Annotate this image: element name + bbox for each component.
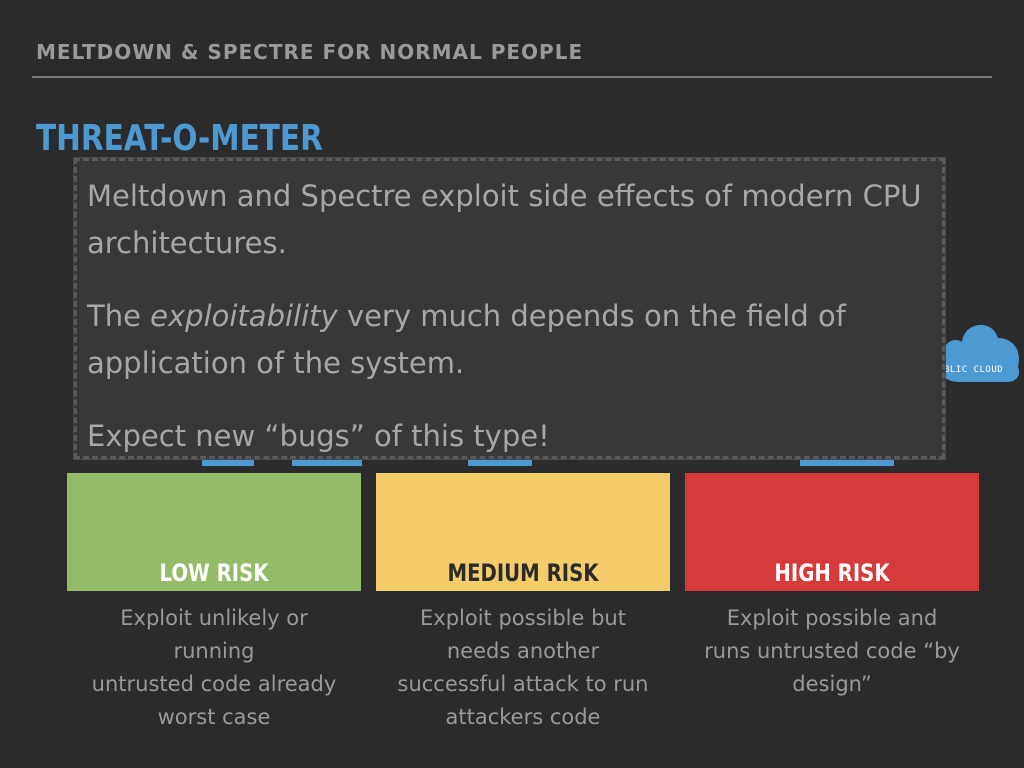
description-line: running xyxy=(173,639,255,663)
description-line: Exploit possible but xyxy=(420,606,626,630)
low-risk-description: Exploit unlikely or running untrusted co… xyxy=(67,602,361,734)
presentation-title: MELTDOWN & SPECTRE FOR NORMAL PEOPLE xyxy=(36,40,584,64)
high-risk-box: HIGH RISK xyxy=(685,473,979,591)
description-line: design” xyxy=(792,672,872,696)
description-line: Exploit unlikely or xyxy=(120,606,308,630)
risk-label: HIGH RISK xyxy=(774,559,890,587)
description-line: attackers code xyxy=(445,705,601,729)
description-line: needs another xyxy=(446,639,600,663)
info-overlay: Meltdown and Spectre exploit side effect… xyxy=(73,157,946,460)
low-risk-box: LOW RISK xyxy=(67,473,361,591)
risk-label: LOW RISK xyxy=(159,559,269,587)
header-divider xyxy=(32,76,992,78)
medium-risk-description: Exploit possible but needs another succe… xyxy=(376,602,670,734)
overlay-paragraph: Expect new “bugs” of this type! xyxy=(87,419,550,453)
medium-risk-box: MEDIUM RISK xyxy=(376,473,670,591)
description-line: worst case xyxy=(157,705,271,729)
cloud-label: BLIC CLOUD xyxy=(944,365,1004,375)
description-line: untrusted code already xyxy=(91,672,337,696)
description-line: runs untrusted code “by xyxy=(704,639,960,663)
description-line: successful attack to run xyxy=(397,672,649,696)
overlay-paragraph: The exploitability very much depends on … xyxy=(87,293,932,387)
overlay-text: The xyxy=(87,299,151,333)
risk-label: MEDIUM RISK xyxy=(447,559,599,587)
emphasis-text: exploitability xyxy=(150,299,338,333)
high-risk-description: Exploit possible and runs untrusted code… xyxy=(685,602,979,701)
overlay-paragraph: Meltdown and Spectre exploit side effect… xyxy=(87,179,922,260)
description-line: Exploit possible and xyxy=(726,606,938,630)
slide-title: THREAT-O-METER xyxy=(36,118,323,159)
